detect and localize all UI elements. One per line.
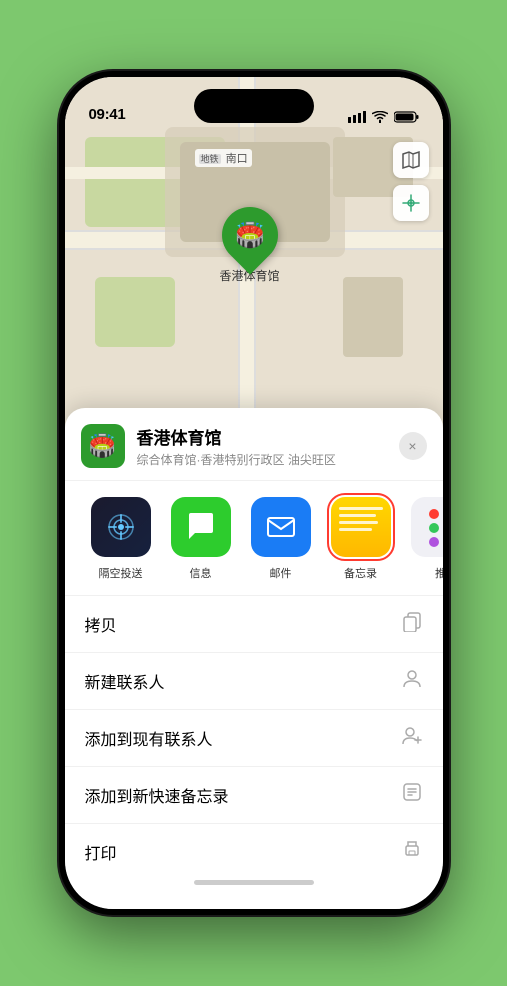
share-item-more[interactable]: 推: [401, 495, 443, 581]
dynamic-island: [194, 89, 314, 123]
menu-item-add-existing[interactable]: 添加到现有联系人: [65, 710, 443, 767]
bottom-sheet: 🏟️ 香港体育馆 综合体育馆·香港特别行政区 油尖旺区 ×: [65, 408, 443, 909]
venue-icon: 🏟️: [81, 424, 125, 468]
venue-header: 🏟️ 香港体育馆 综合体育馆·香港特别行政区 油尖旺区 ×: [65, 408, 443, 481]
menu-item-print[interactable]: 打印: [65, 824, 443, 880]
menu-item-copy[interactable]: 拷贝: [65, 596, 443, 653]
add-contact-icon: [401, 724, 423, 752]
venue-subtitle: 综合体育馆·香港特别行政区 油尖旺区: [137, 451, 399, 468]
close-button[interactable]: ×: [399, 432, 427, 460]
more-label: 推: [435, 565, 443, 581]
mail-icon: [251, 497, 311, 557]
share-item-notes[interactable]: 备忘录: [321, 495, 401, 581]
location-button[interactable]: [393, 185, 429, 221]
new-contact-icon: [401, 667, 423, 695]
share-item-airdrop[interactable]: 隔空投送: [81, 495, 161, 581]
share-item-mail[interactable]: 邮件: [241, 495, 321, 581]
notes-label: 备忘录: [344, 565, 377, 581]
phone-screen: 09:41: [65, 77, 443, 909]
messages-icon: [171, 497, 231, 557]
map-label-nankou: 地铁 南口: [195, 149, 252, 167]
print-icon: [401, 838, 423, 866]
home-indicator: [194, 880, 314, 885]
airdrop-label: 隔空投送: [99, 565, 143, 581]
status-icons: [348, 111, 419, 123]
notes-icon: [331, 497, 391, 557]
copy-icon: [401, 610, 423, 638]
share-item-messages[interactable]: 信息: [161, 495, 241, 581]
home-indicator-area: [65, 880, 443, 889]
add-note-icon: [401, 781, 423, 809]
venue-info: 香港体育馆 综合体育馆·香港特别行政区 油尖旺区: [137, 424, 399, 468]
stadium-pin: 🏟️ 香港体育馆: [220, 207, 280, 284]
messages-label: 信息: [190, 565, 212, 581]
signal-icon: [348, 111, 366, 123]
menu-item-add-note[interactable]: 添加到新快速备忘录: [65, 767, 443, 824]
airdrop-icon: [91, 497, 151, 557]
phone-frame: 09:41: [59, 71, 449, 915]
map-type-button[interactable]: [393, 142, 429, 178]
share-row: 隔空投送 信息: [65, 481, 443, 596]
status-time: 09:41: [89, 106, 126, 123]
battery-icon: [394, 111, 419, 123]
more-icon: [411, 497, 443, 557]
venue-name: 香港体育馆: [137, 424, 399, 449]
wifi-icon: [372, 111, 388, 123]
menu-item-new-contact[interactable]: 新建联系人: [65, 653, 443, 710]
mail-label: 邮件: [270, 565, 292, 581]
